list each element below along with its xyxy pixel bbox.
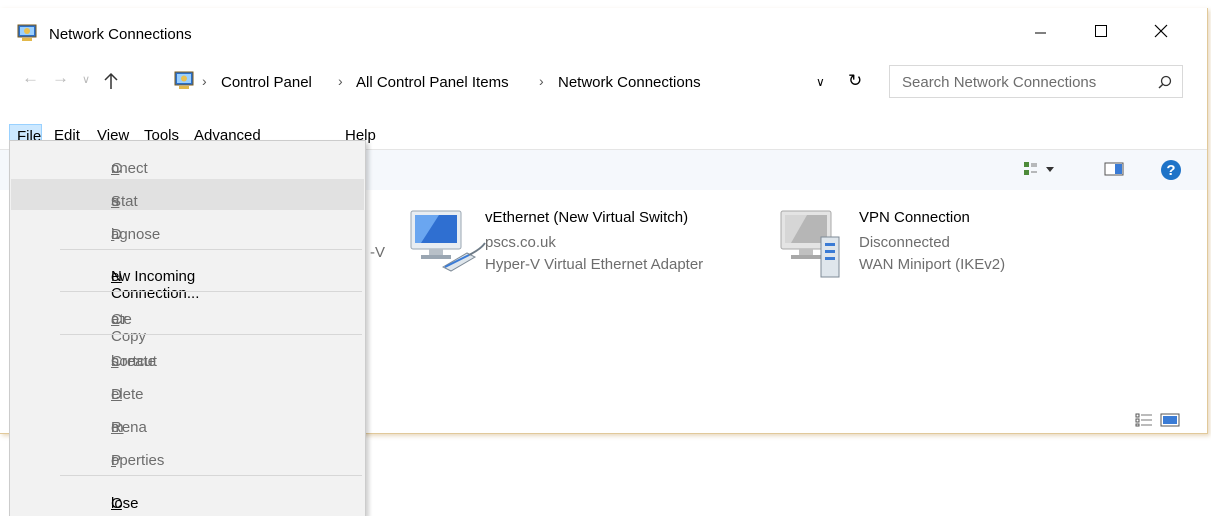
- network-connections-icon: [17, 24, 37, 41]
- change-view-icon[interactable]: [1023, 161, 1057, 177]
- connection-item-vpn[interactable]: VPN Connection Disconnected WAN Miniport…: [775, 199, 1095, 279]
- breadcrumb-separator-icon: ›: [539, 73, 544, 89]
- control-panel-icon: [174, 71, 194, 89]
- menu-separator: [60, 334, 362, 335]
- menu-item-close[interactable]: Close: [11, 481, 364, 512]
- network-adapter-icon: [410, 210, 486, 272]
- truncated-adapter-text: -V: [370, 244, 385, 261]
- menu-item-create-shortcut[interactable]: Create s hortcut: [11, 339, 364, 370]
- breadcrumb-all-control-panel-items[interactable]: All Control Panel Items: [356, 74, 509, 91]
- minimize-icon: [1035, 32, 1046, 34]
- menu-item-status[interactable]: Stat u s: [11, 179, 364, 210]
- large-icons-view-icon[interactable]: [1160, 413, 1180, 427]
- back-arrow-icon[interactable]: ←: [22, 68, 39, 88]
- breadcrumb-separator-icon: ›: [202, 73, 207, 89]
- file-menu-dropdown: Co nnect Stat u s Di agnose New Incoming Con…: [9, 140, 366, 516]
- menu-item-diagnose[interactable]: Di agnose: [11, 212, 364, 243]
- search-box[interactable]: Search Network Connections: [889, 65, 1183, 98]
- connection-device: Hyper-V Virtual Ethernet Adapter: [485, 256, 704, 273]
- search-placeholder: Search Network Connections: [902, 74, 1097, 91]
- connection-status: Disconnected: [859, 234, 950, 251]
- breadcrumb-network-connections[interactable]: Network Connections: [558, 74, 701, 91]
- recent-locations-chevron-icon[interactable]: ∨: [82, 73, 90, 86]
- menu-item-connect[interactable]: Co nnect: [11, 146, 364, 177]
- vpn-connection-icon: [780, 210, 840, 278]
- connection-device: WAN Miniport (IKEv2): [859, 256, 1006, 273]
- forward-arrow-icon[interactable]: →: [52, 68, 69, 88]
- menu-separator: [60, 475, 362, 476]
- address-dropdown-icon[interactable]: ∨: [816, 75, 825, 89]
- menu-separator: [60, 249, 362, 250]
- menu-item-properties[interactable]: Pr operties: [11, 438, 364, 469]
- minimize-button[interactable]: [1018, 8, 1064, 54]
- breadcrumb-separator-icon: ›: [338, 73, 343, 89]
- up-arrow-icon[interactable]: [103, 72, 119, 90]
- address-bar[interactable]: › Control Panel › All Control Panel Item…: [165, 65, 876, 99]
- help-icon[interactable]: ?: [1160, 159, 1182, 181]
- window-title: Network Connections: [49, 26, 192, 43]
- details-view-icon[interactable]: [1135, 413, 1153, 427]
- svg-text:?: ?: [1166, 162, 1175, 179]
- menu-item-new-incoming-connection[interactable]: New Incoming Connection...: [11, 254, 364, 302]
- maximize-icon: [1095, 25, 1107, 37]
- connection-status: pscs.co.uk: [485, 234, 556, 251]
- refresh-icon[interactable]: ↻: [848, 71, 862, 91]
- search-icon[interactable]: [1158, 75, 1172, 89]
- menu-item-delete[interactable]: Delete: [11, 372, 364, 403]
- menu-separator: [60, 291, 362, 292]
- maximize-button[interactable]: [1078, 8, 1124, 54]
- close-button[interactable]: [1138, 8, 1184, 54]
- connection-name: VPN Connection: [859, 209, 970, 226]
- preview-pane-icon[interactable]: [1104, 162, 1124, 176]
- menu-item-rename[interactable]: Rena m e: [11, 405, 364, 436]
- connection-item-vethernet[interactable]: vEthernet (New Virtual Switch) pscs.co.u…: [405, 199, 765, 279]
- title-bar: Network Connections: [0, 8, 1207, 54]
- close-icon: [1154, 24, 1168, 38]
- connection-name: vEthernet (New Virtual Switch): [485, 209, 689, 226]
- breadcrumb-control-panel[interactable]: Control Panel: [221, 74, 312, 91]
- menu-item-create-copy[interactable]: Cr e ate Copy: [11, 297, 364, 345]
